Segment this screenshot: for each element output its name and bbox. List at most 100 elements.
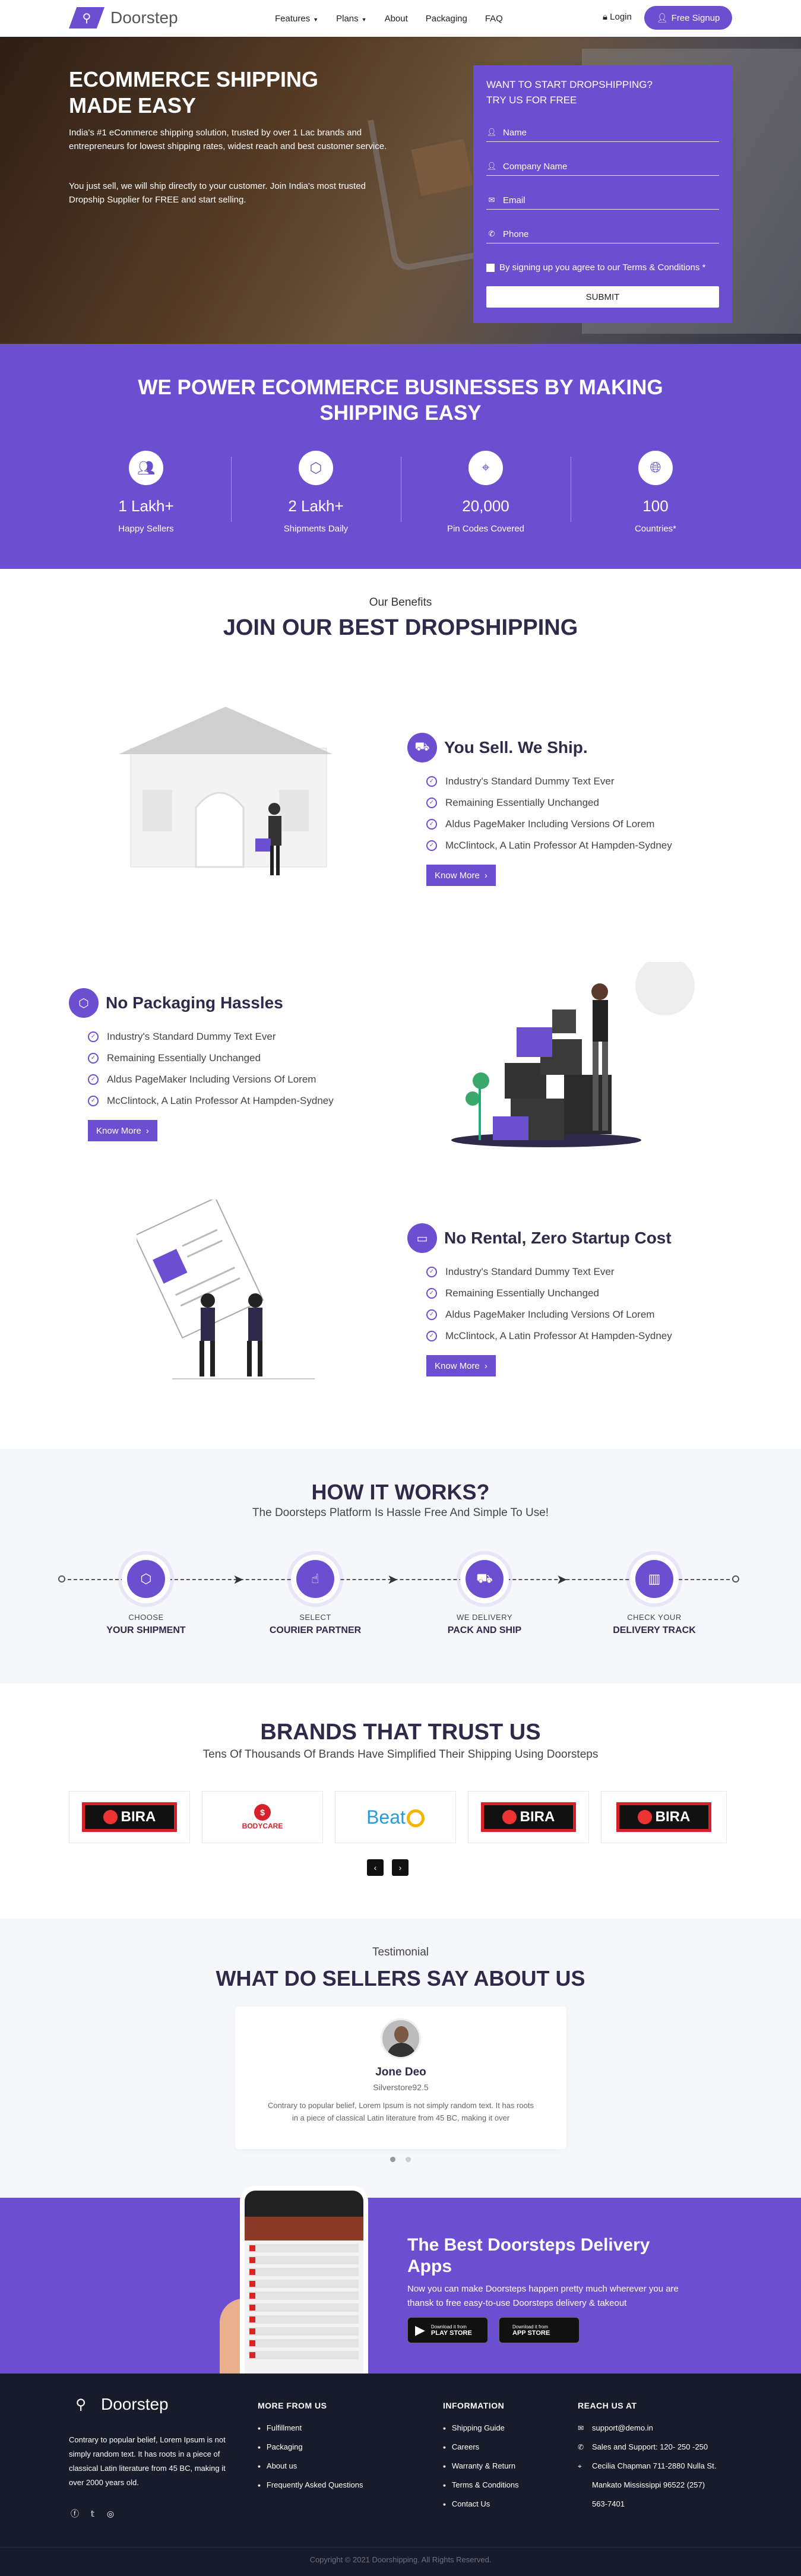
stat-label: Pin Codes Covered bbox=[447, 524, 525, 534]
contact-address: ⌖ Cecilia Chapman 711-2880 Nulla St. bbox=[578, 2457, 716, 2476]
stats-section: WE POWER ECOMMERCE BUSINESSES BY MAKING … bbox=[0, 344, 801, 569]
footer-logo[interactable]: ⚲ Doorstep bbox=[69, 2395, 168, 2414]
step-caption: CHECK YOUR bbox=[627, 1613, 682, 1622]
menu-plans-label: Plans bbox=[336, 13, 359, 24]
contact-address-line: 563-7401 bbox=[592, 2499, 625, 2508]
brand-logo[interactable]: ⚲ Doorstep bbox=[69, 7, 178, 29]
logo-mark-icon: ⚲ bbox=[75, 2396, 86, 2413]
arrow-right-icon: ➤ bbox=[387, 1572, 398, 1587]
carousel-prev-button[interactable]: ‹ bbox=[367, 1859, 384, 1876]
contact-phone: ✆ Sales and Support: 120- 250 -250 bbox=[578, 2438, 716, 2457]
twitter-icon[interactable]: 𝕥 bbox=[87, 2508, 99, 2520]
feature-title: No Packaging Hassles bbox=[106, 993, 283, 1012]
slider-dot[interactable] bbox=[406, 2157, 411, 2162]
name-field[interactable]: 👤︎ Name bbox=[486, 108, 719, 142]
footer-link[interactable]: Careers bbox=[443, 2438, 519, 2457]
menu-plans[interactable]: Plans ▼ bbox=[336, 14, 366, 24]
submit-button[interactable]: SUBMIT bbox=[486, 286, 719, 308]
columns-icon: ▥ bbox=[635, 1560, 673, 1598]
truck-icon: ⛟ bbox=[466, 1560, 504, 1598]
app-store-button[interactable]: Download it from APP STORE bbox=[499, 2317, 580, 2343]
feature-point-text: Industry's Standard Dummy Text Ever bbox=[445, 1266, 615, 1277]
footer-link[interactable]: Shipping Guide bbox=[443, 2419, 519, 2438]
footer-link[interactable]: Terms & Conditions bbox=[443, 2476, 519, 2495]
menu-features[interactable]: Features ▼ bbox=[275, 14, 318, 24]
email-field[interactable]: ✉ Email bbox=[486, 176, 719, 210]
package-icon: ⬡ bbox=[69, 988, 99, 1018]
feature-point: ✓ Industry's Standard Dummy Text Ever bbox=[426, 1261, 672, 1283]
facebook-icon[interactable]: ⓕ bbox=[69, 2508, 81, 2520]
bodycare-mark-icon: $ bbox=[254, 1804, 271, 1821]
footer-link[interactable]: About us bbox=[258, 2457, 363, 2476]
check-circle-icon: ✓ bbox=[426, 776, 437, 787]
free-signup-button[interactable]: 👤︎ Free Signup bbox=[644, 6, 732, 30]
menu-features-label: Features bbox=[275, 13, 311, 24]
check-circle-icon: ✓ bbox=[426, 1288, 437, 1299]
arrow-right-icon: ➤ bbox=[233, 1572, 244, 1587]
slider-dot-active[interactable] bbox=[390, 2157, 395, 2162]
testimonial-subtitle: Testimonial bbox=[372, 1946, 429, 1958]
how-subtitle: The Doorsteps Platform Is Hassle Free An… bbox=[252, 1507, 549, 1519]
globe-icon: 🌐︎ bbox=[638, 451, 673, 485]
menu-about[interactable]: About bbox=[385, 14, 408, 24]
stat-label: Happy Sellers bbox=[118, 524, 174, 534]
step-caption: WE DELIVERY bbox=[456, 1613, 513, 1622]
step-select: ☝ SELECT COURIER PARTNER bbox=[256, 1555, 375, 1636]
check-circle-icon: ✓ bbox=[88, 1053, 99, 1064]
truck-icon: ⛟ bbox=[407, 733, 437, 762]
check-circle-icon: ✓ bbox=[426, 819, 437, 830]
menu-faq[interactable]: FAQ bbox=[485, 14, 503, 24]
store-name: PLAY STORE bbox=[430, 2329, 472, 2337]
chevron-right-icon: › bbox=[484, 1360, 487, 1371]
feature-zero-startup: ▭ No Rental, Zero Startup Cost ✓ Industry'… bbox=[407, 1223, 672, 1376]
avatar bbox=[381, 2018, 421, 2059]
terms-checkbox[interactable] bbox=[486, 264, 495, 272]
carousel-next-button[interactable]: › bbox=[392, 1859, 409, 1876]
know-more-button[interactable]: Know More › bbox=[88, 1120, 157, 1141]
company-field[interactable]: 👤︎ Company Name bbox=[486, 142, 719, 176]
feature-point-text: Remaining Essentially Unchanged bbox=[445, 797, 599, 808]
envelope-icon: ✉ bbox=[488, 195, 495, 204]
know-more-button[interactable]: Know More › bbox=[426, 865, 496, 886]
contact-email[interactable]: ✉ support@demo.in bbox=[578, 2419, 716, 2438]
feature-point: ✓ Industry's Standard Dummy Text Ever bbox=[426, 771, 672, 792]
footer-link[interactable]: Frequently Asked Questions bbox=[258, 2476, 363, 2495]
how-it-works-section: HOW IT WORKS? The Doorsteps Platform Is … bbox=[0, 1449, 801, 1683]
feature-point-text: McClintock, A Latin Professor At Hampden… bbox=[107, 1095, 334, 1106]
stat-number: 20,000 bbox=[462, 497, 509, 515]
menu-packaging[interactable]: Packaging bbox=[426, 14, 467, 24]
terms-label: By signing up you agree to our Terms & C… bbox=[499, 262, 706, 273]
footer-link[interactable]: Packaging bbox=[258, 2438, 363, 2457]
footer-link[interactable]: Fulfillment bbox=[258, 2419, 363, 2438]
instagram-icon[interactable]: ◎ bbox=[105, 2508, 116, 2520]
reviewer-handle: Silverstore92.5 bbox=[373, 2083, 429, 2092]
phone-field[interactable]: ✆ Phone bbox=[486, 210, 719, 243]
footer-link[interactable]: Warranty & Return bbox=[443, 2457, 519, 2476]
user-icon: 👤︎ bbox=[486, 128, 497, 137]
company-placeholder: Company Name bbox=[503, 162, 568, 172]
testimonial-title: WHAT DO SELLERS SAY ABOUT US bbox=[216, 1966, 585, 1990]
signup-label: Free Signup bbox=[671, 12, 720, 23]
step-caption: CHOOSE bbox=[128, 1613, 164, 1622]
arrow-right-icon: ➤ bbox=[556, 1572, 568, 1587]
login-link[interactable]: 🔒︎ Login bbox=[603, 12, 632, 22]
store-caption: Download it from bbox=[512, 2324, 549, 2330]
footer-link[interactable]: Contact Us bbox=[443, 2495, 519, 2514]
check-circle-icon: ✓ bbox=[426, 1331, 437, 1341]
copyright: Copyright © 2021 Doorshipping. All Right… bbox=[309, 2555, 492, 2564]
lock-icon: 🔒︎ bbox=[603, 12, 607, 22]
hero-section: ECOMMERCE SHIPPING MADE EASY India's #1 … bbox=[0, 37, 801, 344]
check-circle-icon: ✓ bbox=[426, 1309, 437, 1320]
feature-point-text: McClintock, A Latin Professor At Hampden… bbox=[445, 1330, 672, 1341]
form-title-line1: WANT TO START DROPSHIPPING? bbox=[486, 79, 653, 90]
footer-heading: MORE FROM US bbox=[258, 2401, 327, 2410]
hand-pointer-icon: ☝ bbox=[296, 1560, 334, 1598]
know-more-button[interactable]: Know More › bbox=[426, 1355, 496, 1376]
stat-label: Shipments Daily bbox=[283, 524, 349, 534]
play-store-button[interactable]: ▶ Download it from PLAY STORE bbox=[407, 2317, 488, 2343]
feature-point-text: Aldus PageMaker Including Versions Of Lo… bbox=[445, 818, 655, 830]
stat-label: Countries* bbox=[634, 524, 677, 534]
terms-checkbox-row: By signing up you agree to our Terms & C… bbox=[486, 261, 719, 274]
map-pin-icon: ⌖ bbox=[578, 2462, 582, 2470]
